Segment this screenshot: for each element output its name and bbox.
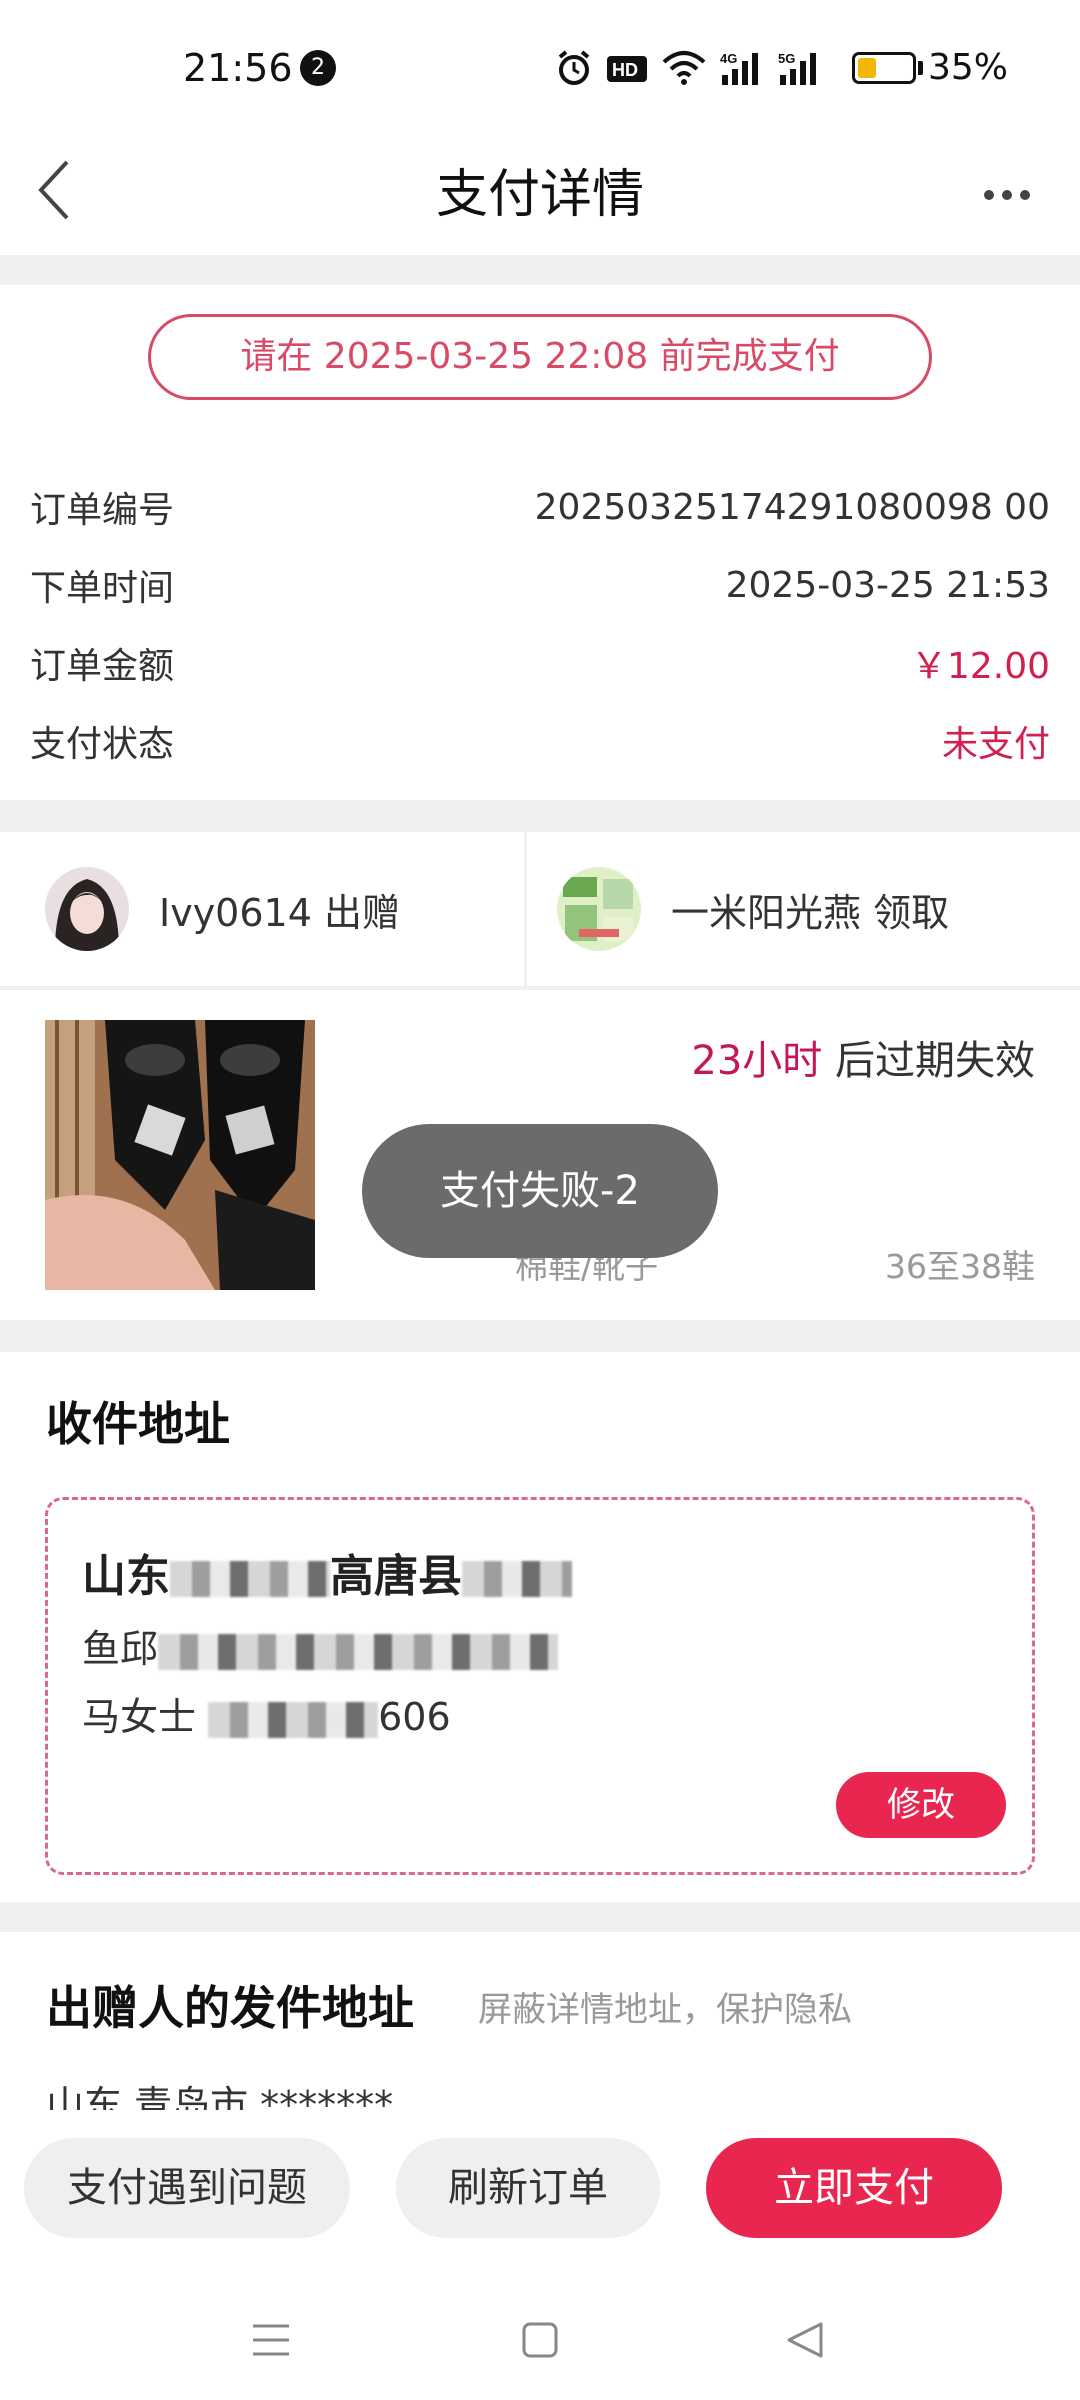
payment-status-value: 未支付 xyxy=(941,724,1050,765)
payment-status-row: 支付状态 未支付 xyxy=(30,711,1050,771)
sender-address-title: 出赠人的发件地址 xyxy=(46,1981,414,2035)
order-amount-value: ￥12.00 xyxy=(910,646,1050,687)
signal-4g-icon: 4G xyxy=(720,51,758,85)
address-region: 山东 高唐县 xyxy=(82,1540,572,1604)
alarm-icon xyxy=(558,50,590,85)
giver-receiver-card: Ivy0614 出赠 一米阳光燕 领取 xyxy=(0,832,1080,986)
shipping-address-card: 收件地址 山东 高唐县 鱼邱 马女士 606 修改 xyxy=(0,1352,1080,1902)
more-dots-icon xyxy=(1020,190,1030,200)
product-image[interactable] xyxy=(45,1020,315,1290)
receiver-name: 一米阳光燕 领取 xyxy=(671,890,950,935)
triangle-back-icon xyxy=(787,2322,823,2358)
more-dots-icon xyxy=(984,190,994,200)
battery-icon xyxy=(852,52,916,84)
square-icon xyxy=(522,2322,558,2358)
redacted-text xyxy=(158,1633,559,1670)
order-time-label: 下单时间 xyxy=(30,568,175,609)
payment-deadline-notice: 请在 2025-03-25 22:08 前完成支付 xyxy=(148,314,932,400)
order-amount-label: 订单金额 xyxy=(30,646,175,687)
menu-icon xyxy=(253,2324,289,2356)
order-number-label: 订单编号 xyxy=(30,490,175,531)
error-toast: 支付失败-2 xyxy=(362,1124,718,1258)
order-number-value: 20250325174291080098 00 xyxy=(534,486,1050,528)
phone-suffix: 606 xyxy=(378,1695,451,1739)
address-province: 山东 xyxy=(82,1551,170,1602)
system-nav-bar xyxy=(0,2310,1080,2380)
giver-section[interactable]: Ivy0614 出赠 xyxy=(45,832,525,986)
status-icons: HD 4G 5G xyxy=(556,48,822,88)
refresh-order-button[interactable]: 刷新订单 xyxy=(396,2138,660,2238)
order-amount-row: 订单金额 ￥12.00 xyxy=(30,633,1050,693)
redacted-text xyxy=(170,1561,330,1597)
redacted-text xyxy=(462,1561,572,1597)
receiver-avatar xyxy=(557,867,641,951)
expiry-hours: 23小时 xyxy=(691,1038,823,1084)
shipping-address-box: 山东 高唐县 鱼邱 马女士 606 修改 xyxy=(45,1497,1035,1875)
edit-address-button[interactable]: 修改 xyxy=(836,1772,1006,1838)
wifi-icon xyxy=(662,51,706,85)
bottom-action-bar: 支付遇到问题 刷新订单 立即支付 xyxy=(0,2110,1080,2400)
expiry-notice: 23小时 后过期失效 xyxy=(691,1028,1035,1086)
giver-avatar xyxy=(45,867,129,951)
payment-status-label: 支付状态 xyxy=(30,724,175,765)
system-back-button[interactable] xyxy=(775,2310,835,2370)
order-number-row: 订单编号 20250325174291080098 00 xyxy=(30,477,1050,537)
address-county: 高唐县 xyxy=(330,1551,462,1602)
recipient-name: 马女士 xyxy=(82,1695,197,1739)
order-time-value: 2025-03-25 21:53 xyxy=(725,564,1050,606)
receiver-section[interactable]: 一米阳光燕 领取 xyxy=(557,832,1037,986)
pay-now-button[interactable]: 立即支付 xyxy=(706,2138,1002,2238)
more-dots-icon xyxy=(1002,190,1012,200)
page-title: 支付详情 xyxy=(435,165,644,225)
battery-level-fill xyxy=(858,58,876,78)
payment-problem-button[interactable]: 支付遇到问题 xyxy=(24,2138,350,2238)
battery-tip xyxy=(918,61,923,75)
signal-4g-label: 4G xyxy=(720,51,737,66)
notification-count-badge: 2 xyxy=(300,50,336,86)
shipping-address-title: 收件地址 xyxy=(46,1397,230,1451)
divider xyxy=(524,832,527,986)
expiry-suffix: 后过期失效 xyxy=(822,1038,1035,1084)
privacy-note: 屏蔽详情地址，保护隐私 xyxy=(478,1990,852,2030)
address-contact: 马女士 606 xyxy=(82,1686,451,1741)
home-button[interactable] xyxy=(510,2310,570,2370)
sender-address-card: 出赠人的发件地址 屏蔽详情地址，保护隐私 山东 青岛市 ******* xyxy=(0,1932,1080,2127)
nav-header: 支付详情 xyxy=(0,140,1080,255)
product-size: 36至38鞋 xyxy=(885,1247,1035,1286)
status-time: 21:56 xyxy=(183,46,293,90)
order-info-card: 请在 2025-03-25 22:08 前完成支付 订单编号 202503251… xyxy=(0,285,1080,800)
address-street: 鱼邱 xyxy=(82,1627,159,1671)
hd-voice-icon: HD xyxy=(607,56,647,82)
battery-percent: 35% xyxy=(928,47,1009,88)
recent-apps-button[interactable] xyxy=(241,2310,301,2370)
status-bar: 21:56 2 HD 4G 5G 35% xyxy=(0,0,1080,140)
redacted-text xyxy=(208,1701,379,1738)
order-time-row: 下单时间 2025-03-25 21:53 xyxy=(30,555,1050,615)
signal-5g-icon: 5G xyxy=(778,51,816,85)
hd-label: HD xyxy=(612,60,638,80)
giver-name: Ivy0614 出赠 xyxy=(159,890,400,935)
address-detail: 鱼邱 xyxy=(82,1618,559,1673)
more-options-button[interactable] xyxy=(972,170,1042,220)
signal-5g-label: 5G xyxy=(778,51,795,66)
